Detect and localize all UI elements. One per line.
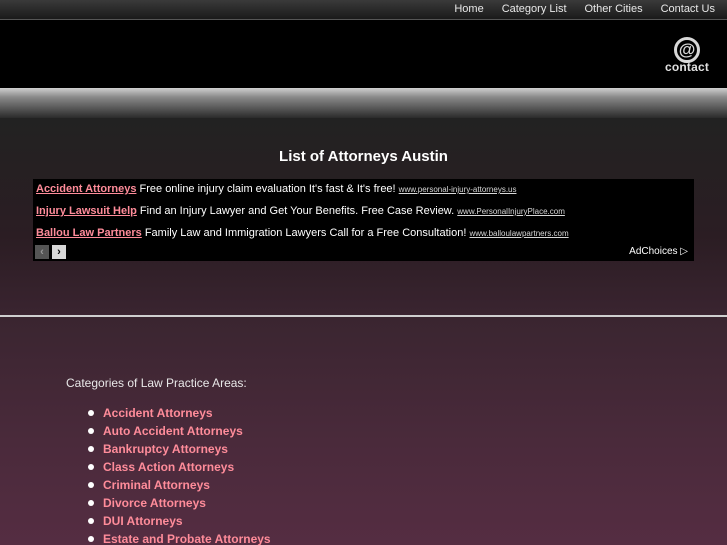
category-link[interactable]: Accident Attorneys: [103, 406, 213, 420]
bullet-icon: [88, 464, 94, 470]
ad-row: Ballou Law Partners Family Law and Immig…: [36, 225, 569, 241]
bullet-icon: [88, 428, 94, 434]
category-link[interactable]: Estate and Probate Attorneys: [103, 532, 271, 545]
list-item: Estate and Probate Attorneys: [88, 530, 271, 545]
bullet-icon: [88, 518, 94, 524]
list-item: Bankruptcy Attorneys: [88, 440, 271, 458]
list-item: Accident Attorneys: [88, 404, 271, 422]
top-nav: Home Category List Other Cities Contact …: [454, 2, 715, 16]
logo-text: contact: [664, 60, 710, 74]
categories-section: Categories of Law Practice Areas: Accide…: [0, 317, 727, 545]
ad-url-link[interactable]: www.balloulawpartners.com: [469, 229, 568, 238]
category-link[interactable]: Auto Accident Attorneys: [103, 424, 243, 438]
header: @ contact: [0, 20, 727, 88]
ad-text: Family Law and Immigration Lawyers Call …: [144, 227, 467, 239]
ad-row: Accident Attorneys Free online injury cl…: [36, 181, 517, 197]
ad-url-link[interactable]: www.PersonalInjuryPlace.com: [457, 207, 565, 216]
bullet-icon: [88, 410, 94, 416]
ad-text: Find an Injury Lawyer and Get Your Benef…: [139, 205, 455, 217]
bullet-icon: [88, 446, 94, 452]
category-link[interactable]: Class Action Attorneys: [103, 460, 234, 474]
categories-list: Accident Attorneys Auto Accident Attorne…: [88, 404, 271, 545]
nav-home-link[interactable]: Home: [454, 2, 483, 16]
list-item: Class Action Attorneys: [88, 458, 271, 476]
category-link[interactable]: Divorce Attorneys: [103, 496, 206, 510]
nav-category-list-link[interactable]: Category List: [502, 2, 567, 16]
ad-prev-button[interactable]: ‹: [35, 245, 49, 259]
top-bar: Home Category List Other Cities Contact …: [0, 0, 727, 20]
bullet-icon: [88, 482, 94, 488]
ad-box: Accident Attorneys Free online injury cl…: [33, 179, 694, 261]
ad-title-link[interactable]: Accident Attorneys: [36, 183, 136, 195]
ad-title-link[interactable]: Injury Lawsuit Help: [36, 205, 137, 217]
contact-logo[interactable]: @ contact: [655, 37, 719, 75]
nav-contact-us-link[interactable]: Contact Us: [661, 2, 715, 16]
page-title: List of Attorneys Austin: [279, 148, 448, 165]
categories-heading: Categories of Law Practice Areas:: [66, 376, 247, 390]
ad-title-link[interactable]: Ballou Law Partners: [36, 227, 142, 239]
ad-next-button[interactable]: ›: [52, 245, 66, 259]
category-link[interactable]: Criminal Attorneys: [103, 478, 210, 492]
bullet-icon: [88, 500, 94, 506]
ad-text: Free online injury claim evaluation It's…: [139, 183, 396, 195]
adchoices-link[interactable]: AdChoices ▷: [629, 246, 688, 257]
list-item: Criminal Attorneys: [88, 476, 271, 494]
ad-url-link[interactable]: www.personal-injury-attorneys.us: [399, 185, 517, 194]
nav-other-cities-link[interactable]: Other Cities: [585, 2, 643, 16]
main-content: List of Attorneys Austin Accident Attorn…: [0, 118, 727, 316]
list-item: Divorce Attorneys: [88, 494, 271, 512]
list-item: DUI Attorneys: [88, 512, 271, 530]
header-gradient-band: [0, 88, 727, 118]
list-item: Auto Accident Attorneys: [88, 422, 271, 440]
category-link[interactable]: Bankruptcy Attorneys: [103, 442, 228, 456]
category-link[interactable]: DUI Attorneys: [103, 514, 183, 528]
ad-pager: ‹ ›: [35, 245, 66, 259]
bullet-icon: [88, 536, 94, 542]
ad-row: Injury Lawsuit Help Find an Injury Lawye…: [36, 203, 565, 219]
